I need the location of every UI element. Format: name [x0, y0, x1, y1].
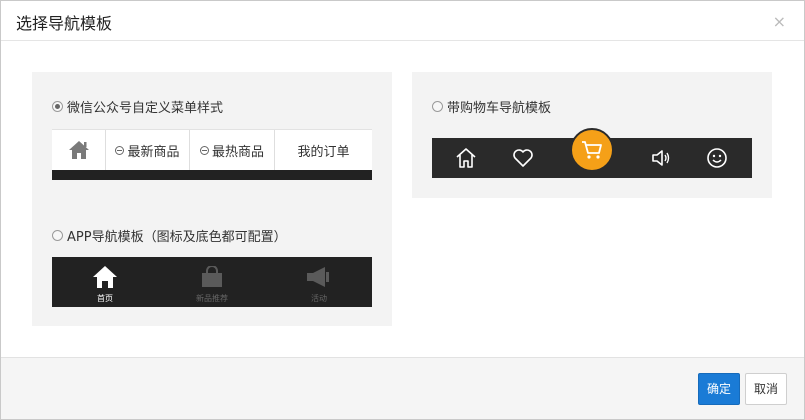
wechat-menu-home: [52, 130, 106, 170]
wechat-menu-item-label: 我的订单: [297, 144, 350, 160]
app-nav-label: 新品推荐: [196, 294, 228, 303]
template-panel-right: 带购物车导航模板: [412, 72, 772, 198]
home-icon: [68, 141, 89, 159]
smile-icon: [707, 148, 727, 168]
wechat-menu-preview: 最新商品 最热商品 我的订单: [52, 129, 372, 180]
template-panel-left: 微信公众号自定义菜单样式 最新商品 最热商品 我的订单 APP导航模板（图标及底…: [32, 72, 392, 326]
dialog-header: 选择导航模板 ×: [1, 1, 804, 41]
app-nav-preview: 首页 新品推荐 活动: [52, 257, 372, 307]
option-wechat[interactable]: 微信公众号自定义菜单样式: [52, 97, 223, 116]
bag-icon: [202, 266, 222, 287]
option-shop-label: 带购物车导航模板: [447, 101, 552, 116]
wechat-menu-item: 最新商品: [106, 130, 190, 170]
close-icon[interactable]: ×: [773, 12, 786, 31]
volume-icon: [652, 150, 670, 166]
nav-template-dialog: 选择导航模板 × 微信公众号自定义菜单样式 最新商品 最热商品 我的订单 APP…: [0, 0, 805, 420]
cart-button: [570, 128, 614, 172]
wechat-menu-item: 我的订单: [275, 130, 372, 170]
wechat-menu-bottom-strip: [52, 170, 372, 180]
app-nav-item: 新品推荐: [159, 257, 265, 307]
app-nav-item: 首页: [52, 257, 158, 307]
menu-dot-icon: [115, 145, 125, 155]
app-nav-label: 活动: [311, 294, 327, 303]
radio-shop[interactable]: [432, 101, 443, 112]
wechat-menu-item-label: 最热商品: [211, 144, 264, 160]
wechat-menu-item-label: 最新商品: [127, 144, 180, 160]
option-shop[interactable]: 带购物车导航模板: [432, 97, 551, 116]
app-nav-label: 首页: [97, 294, 113, 303]
option-app-label: APP导航模板（图标及底色都可配置）: [67, 230, 287, 245]
home-icon: [456, 148, 476, 168]
option-wechat-label: 微信公众号自定义菜单样式: [67, 101, 224, 116]
radio-wechat[interactable]: [52, 101, 63, 112]
wechat-menu-item: 最热商品: [190, 130, 275, 170]
heart-icon: [513, 149, 533, 167]
radio-app[interactable]: [52, 230, 63, 241]
menu-dot-icon: [199, 145, 209, 155]
cart-icon: [582, 141, 602, 159]
dialog-footer: 确定 取消: [1, 357, 804, 419]
dialog-title: 选择导航模板: [16, 14, 113, 33]
cancel-button[interactable]: 取消: [745, 373, 787, 405]
app-nav-item: 活动: [266, 257, 372, 307]
shop-nav-preview: [432, 128, 752, 178]
megaphone-icon: [307, 267, 329, 287]
confirm-button[interactable]: 确定: [698, 373, 740, 405]
home-icon: [93, 266, 117, 288]
option-app[interactable]: APP导航模板（图标及底色都可配置）: [52, 226, 287, 245]
